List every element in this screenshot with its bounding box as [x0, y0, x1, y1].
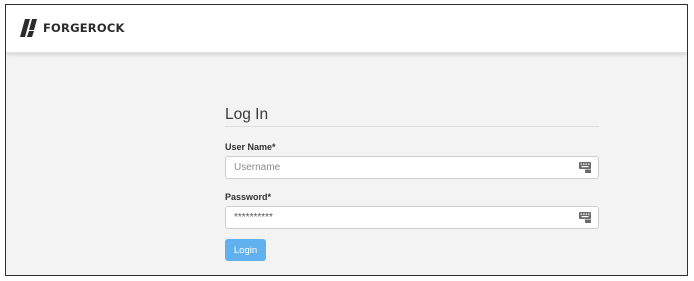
username-input[interactable] — [225, 156, 599, 179]
form-title: Log In — [225, 106, 599, 127]
brand-logo[interactable]: FORGEROCK — [20, 19, 125, 37]
login-button[interactable]: Login — [225, 239, 266, 261]
username-label: User Name* — [225, 142, 276, 152]
top-header: FORGEROCK — [6, 5, 687, 53]
password-input[interactable] — [225, 206, 599, 229]
brand-name: FORGEROCK — [43, 21, 125, 35]
password-label: Password* — [225, 192, 272, 202]
keyboard-icon[interactable] — [579, 162, 591, 173]
login-form: Log In User Name* Password* Login — [225, 106, 599, 261]
forgerock-logo-icon — [20, 19, 37, 37]
page-frame: FORGEROCK Log In User Name* Password* Lo… — [5, 4, 688, 276]
keyboard-icon[interactable] — [579, 212, 591, 223]
